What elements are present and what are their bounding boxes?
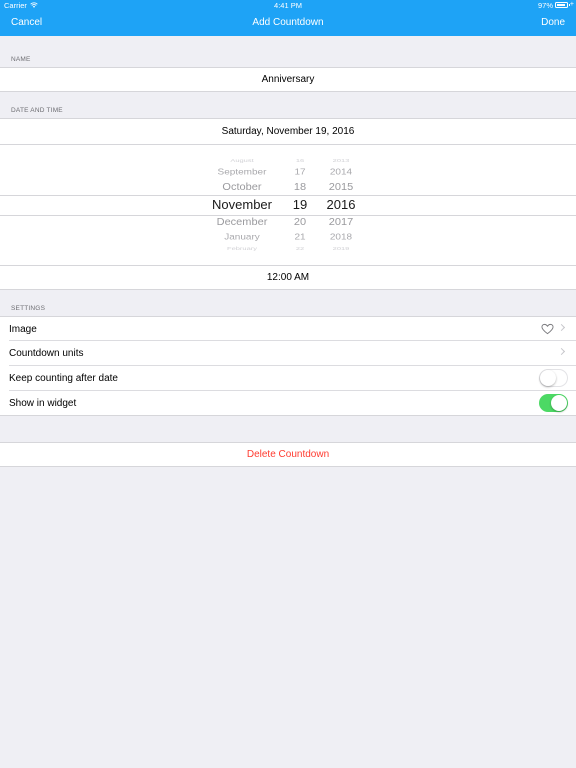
year-option[interactable]: 2018	[320, 233, 362, 242]
day-option[interactable]: 21	[282, 233, 318, 242]
date-picker[interactable]: August September October November December Ja…	[0, 144, 576, 265]
countdown-units-row[interactable]: Countdown units	[0, 341, 576, 366]
keep-counting-row: Keep counting after date	[0, 366, 576, 391]
day-option[interactable]: 17	[282, 168, 318, 177]
image-row-label: Image	[9, 324, 37, 335]
year-option[interactable]: 2016	[320, 197, 362, 212]
status-time: 4:41 PM	[274, 1, 302, 10]
settings-section-header: SETTINGS	[11, 305, 46, 312]
keep-counting-toggle[interactable]	[539, 369, 568, 387]
countdown-units-label: Countdown units	[9, 348, 84, 359]
month-option[interactable]: November	[196, 197, 288, 212]
toggle-knob	[551, 395, 567, 411]
day-option[interactable]: 16	[282, 158, 318, 163]
chevron-right-icon	[557, 347, 566, 356]
day-option[interactable]: 18	[282, 181, 318, 192]
time-display[interactable]: 12:00 AM	[0, 265, 576, 290]
date-display[interactable]: Saturday, November 19, 2016	[0, 118, 576, 144]
month-option[interactable]: December	[196, 216, 288, 227]
show-in-widget-row: Show in widget	[0, 391, 576, 416]
date-section-header: DATE AND TIME	[11, 107, 63, 114]
toggle-knob	[540, 370, 556, 386]
charging-icon: +	[569, 1, 574, 8]
month-column[interactable]: August September October November December Ja…	[196, 145, 288, 265]
month-option[interactable]: January	[196, 233, 288, 242]
status-bar: Carrier 4:41 PM 97% +	[0, 0, 576, 11]
day-option[interactable]: 19	[282, 197, 318, 212]
done-button[interactable]: Done	[541, 17, 565, 28]
navigation-bar: Cancel Add Countdown Done	[0, 11, 576, 36]
year-column[interactable]: 2013 2014 2015 2016 2017 2018 2019	[320, 145, 362, 265]
day-option[interactable]: 20	[282, 216, 318, 227]
page-title: Add Countdown	[252, 17, 324, 28]
month-option[interactable]: February	[196, 246, 288, 251]
day-column[interactable]: 16 17 18 19 20 21 22	[282, 145, 318, 265]
year-option[interactable]: 2017	[320, 216, 362, 227]
show-in-widget-label: Show in widget	[9, 398, 77, 409]
heart-icon	[541, 323, 554, 335]
chevron-right-icon	[557, 323, 566, 332]
battery-percent: 97%	[537, 1, 553, 10]
keep-counting-label: Keep counting after date	[9, 373, 118, 384]
image-row[interactable]: Image	[0, 316, 576, 341]
battery-icon	[555, 2, 570, 8]
year-option[interactable]: 2014	[320, 168, 362, 177]
year-option[interactable]: 2019	[320, 246, 362, 251]
name-field[interactable]: Anniversary	[0, 67, 576, 92]
year-option[interactable]: 2015	[320, 181, 362, 192]
year-option[interactable]: 2013	[320, 158, 362, 163]
month-option[interactable]: August	[196, 158, 288, 163]
month-option[interactable]: October	[196, 181, 288, 192]
day-option[interactable]: 22	[282, 246, 318, 251]
delete-countdown-button[interactable]: Delete Countdown	[0, 442, 576, 467]
name-section-header: NAME	[11, 56, 31, 63]
month-option[interactable]: September	[196, 168, 288, 177]
show-in-widget-toggle[interactable]	[539, 394, 568, 412]
